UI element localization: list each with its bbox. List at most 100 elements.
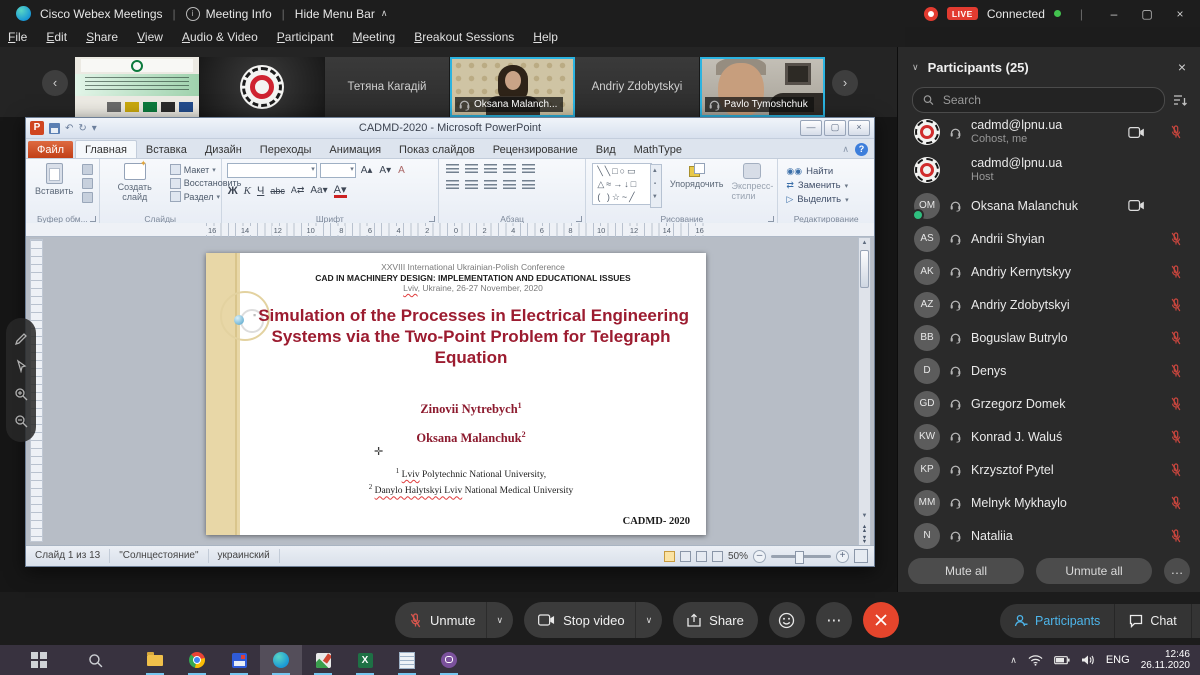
paste-button[interactable]: Вставить xyxy=(31,162,77,197)
ppt-tab-2[interactable]: Вставка xyxy=(137,141,196,158)
grow-font-button[interactable]: A▴ xyxy=(359,165,375,176)
shapes-gallery-scrollbar[interactable]: ▲▪▼ xyxy=(650,164,662,208)
minimize-ribbon-icon[interactable]: ∧ xyxy=(842,144,849,155)
font-name-combobox[interactable] xyxy=(227,163,317,178)
ppt-tab-0[interactable]: Файл xyxy=(28,141,73,158)
underline-button[interactable]: Ч xyxy=(257,185,264,197)
sort-participants-icon[interactable] xyxy=(1173,94,1188,107)
scrollbar-thumb[interactable] xyxy=(860,250,869,288)
unmute-options-icon[interactable]: ∨ xyxy=(486,602,514,638)
zoom-in-button[interactable]: + xyxy=(836,550,849,563)
save-app-button[interactable] xyxy=(218,645,260,675)
chevron-down-icon[interactable]: ∨ xyxy=(912,62,919,73)
font-color-button[interactable]: А▾ xyxy=(334,183,347,198)
participant-row[interactable]: BBBoguslaw Butrylo xyxy=(898,321,1200,354)
ppt-tab-7[interactable]: Рецензирование xyxy=(484,141,587,158)
leave-meeting-button[interactable] xyxy=(863,602,899,638)
previous-slide-button[interactable]: ▲▲ xyxy=(862,525,867,533)
notepad-button[interactable] xyxy=(386,645,428,675)
participant-row[interactable]: cadmd@lpnu.uaCohost, me xyxy=(898,113,1200,151)
menu-item-file[interactable]: File xyxy=(8,30,27,44)
scroll-down-icon[interactable]: ▼ xyxy=(862,511,868,522)
slide[interactable]: XXVIII International Ukrainian-Polish Co… xyxy=(206,253,706,535)
language-indicator[interactable]: ENG xyxy=(1106,654,1130,666)
file-explorer-button[interactable] xyxy=(134,645,176,675)
ppt-tab-1[interactable]: Главная xyxy=(75,140,137,158)
ppt-tab-6[interactable]: Показ слайдов xyxy=(390,141,484,158)
viber-button[interactable] xyxy=(428,645,470,675)
menu-item-share[interactable]: Share xyxy=(86,30,118,44)
line-spacing-icon[interactable] xyxy=(522,164,535,174)
unmute-all-button[interactable]: Unmute all xyxy=(1036,558,1152,584)
menu-item-help[interactable]: Help xyxy=(533,30,558,44)
menu-item-edit[interactable]: Edit xyxy=(46,30,67,44)
chrome-button[interactable] xyxy=(176,645,218,675)
theme-name[interactable]: "Солнцестояние" xyxy=(110,549,208,563)
menu-item-view[interactable]: View xyxy=(137,30,163,44)
change-case-button[interactable]: Aa▾ xyxy=(310,185,327,196)
mic-muted-icon[interactable] xyxy=(1170,298,1186,312)
participant-row[interactable]: GDGrzegorz Domek xyxy=(898,387,1200,420)
columns-icon[interactable] xyxy=(522,180,535,190)
slideshow-view-button[interactable] xyxy=(712,551,723,562)
decrease-indent-icon[interactable] xyxy=(484,164,497,174)
ppt-tab-9[interactable]: MathType xyxy=(625,141,691,158)
normal-view-button[interactable] xyxy=(664,551,675,562)
language-indicator[interactable]: украинский xyxy=(209,549,280,563)
stop-video-button[interactable]: Stop video ∨ xyxy=(524,602,662,638)
align-right-icon[interactable] xyxy=(484,180,497,190)
dialog-launcher-icon[interactable] xyxy=(90,216,96,222)
search-input[interactable] xyxy=(941,92,1154,108)
taskbar-search-button[interactable] xyxy=(74,645,116,675)
video-thumbnail-4[interactable]: Andriy Zdobytskyi xyxy=(575,57,700,117)
ppt-minimize-button[interactable]: — xyxy=(800,120,822,136)
bold-button[interactable]: Ж xyxy=(228,185,238,197)
slide-sorter-view-button[interactable] xyxy=(680,551,691,562)
vertical-scrollbar[interactable]: ▲ ▼ ▲▲ ▼▼ xyxy=(858,237,871,546)
strikethrough-button[interactable]: abc xyxy=(270,186,285,196)
clock[interactable]: 12:46 26.11.2020 xyxy=(1141,649,1190,671)
video-thumbnail-3[interactable]: Oksana Malanch... xyxy=(450,57,575,117)
participant-row[interactable]: NNataliia xyxy=(898,519,1200,552)
ppt-close-button[interactable]: × xyxy=(848,120,870,136)
ppt-tab-3[interactable]: Дизайн xyxy=(196,141,251,158)
more-panels-button[interactable]: ⋯ xyxy=(1191,604,1200,638)
zoom-out-button[interactable]: – xyxy=(753,550,766,563)
close-participants-icon[interactable]: × xyxy=(1178,59,1186,75)
stop-video-options-icon[interactable]: ∨ xyxy=(635,602,663,638)
zoom-in-icon[interactable] xyxy=(14,387,28,401)
help-icon[interactable]: ? xyxy=(855,143,868,156)
character-spacing-button[interactable]: A⇄ xyxy=(291,185,305,196)
find-button[interactable]: ◉◉Найти xyxy=(786,166,874,177)
meeting-info-button[interactable]: i Meeting Info xyxy=(186,7,272,21)
mic-muted-icon[interactable] xyxy=(1170,265,1186,279)
select-button[interactable]: ▷Выделить▾ xyxy=(786,194,874,205)
participant-row[interactable]: KPKrzysztof Pytel xyxy=(898,453,1200,486)
participant-row[interactable]: KWKonrad J. Waluś xyxy=(898,420,1200,453)
mic-muted-icon[interactable] xyxy=(1170,430,1186,444)
start-button[interactable] xyxy=(18,645,60,675)
align-center-icon[interactable] xyxy=(465,180,478,190)
fit-to-window-button[interactable] xyxy=(854,549,868,563)
ppt-tab-4[interactable]: Переходы xyxy=(251,141,321,158)
bullets-icon[interactable] xyxy=(446,164,459,174)
participant-row[interactable]: ASAndrii Shyian xyxy=(898,222,1200,255)
clear-formatting-button[interactable]: A xyxy=(396,165,407,176)
more-controls-button[interactable]: ⋯ xyxy=(816,602,852,638)
mic-muted-icon[interactable] xyxy=(1170,232,1186,246)
share-button[interactable]: Share xyxy=(673,602,758,638)
reactions-button[interactable] xyxy=(769,602,805,638)
video-thumbnail-2[interactable]: Тетяна Кагадій xyxy=(325,57,450,117)
mic-muted-icon[interactable] xyxy=(1170,364,1186,378)
mic-muted-icon[interactable] xyxy=(1170,397,1186,411)
image-editor-button[interactable] xyxy=(302,645,344,675)
italic-button[interactable]: К xyxy=(244,185,251,197)
participant-search[interactable] xyxy=(912,87,1165,113)
chat-toggle-button[interactable]: Chat xyxy=(1114,604,1190,638)
unmute-button[interactable]: Unmute ∨ xyxy=(395,602,513,638)
mic-muted-icon[interactable] xyxy=(1170,529,1186,543)
annotate-pen-icon[interactable] xyxy=(14,332,28,346)
replace-button[interactable]: ⇄Заменить▾ xyxy=(786,180,874,191)
video-thumbnail-5[interactable]: Pavlo Tymoshchuk xyxy=(700,57,825,117)
filmstrip-next-button[interactable]: › xyxy=(832,70,858,96)
